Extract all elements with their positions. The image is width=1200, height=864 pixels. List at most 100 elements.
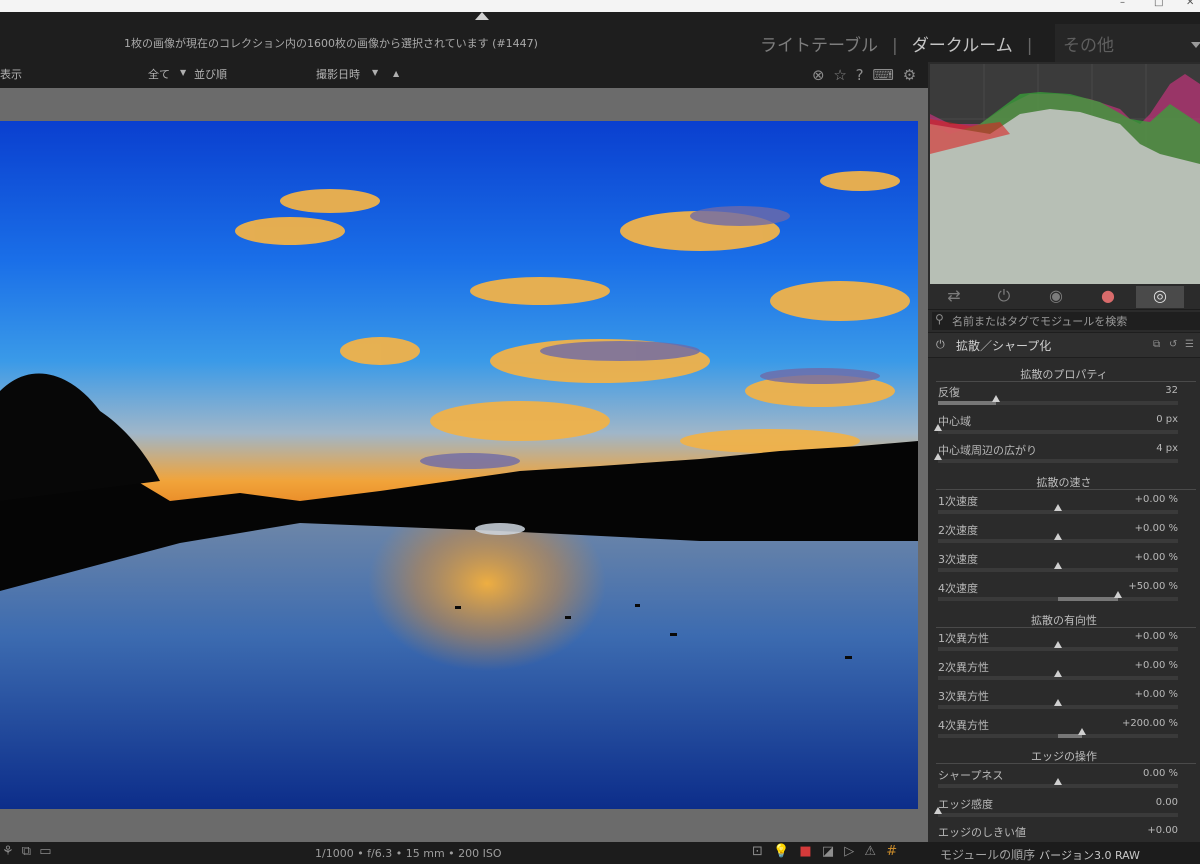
slider-anisotropy-2[interactable]: 2次異方性 +0.00 % bbox=[928, 659, 1200, 688]
slider-track[interactable] bbox=[938, 504, 1178, 514]
center-view bbox=[0, 88, 928, 842]
slider-anisotropy-4[interactable]: 4次異方性 +200.00 % bbox=[928, 717, 1200, 746]
color-assessment-icon[interactable]: ■ bbox=[799, 844, 811, 859]
slider-label: 2次速度 bbox=[938, 524, 978, 537]
slider-label: 1次異方性 bbox=[938, 632, 989, 645]
keyboard-icon[interactable]: ⌨ bbox=[872, 66, 894, 84]
slider-knob[interactable] bbox=[1054, 641, 1062, 648]
tab-color-modules[interactable]: ● bbox=[1084, 286, 1132, 308]
close-button[interactable]: ✕ bbox=[1186, 0, 1194, 8]
tab-base-modules[interactable]: ⏻ bbox=[980, 286, 1028, 308]
slider-sharpness[interactable]: シャープネス 0.00 % bbox=[928, 767, 1200, 796]
collapse-top-panel-icon[interactable] bbox=[475, 12, 489, 20]
slider-track[interactable] bbox=[934, 453, 1178, 463]
slider-central-radius[interactable]: 中心域 0 px bbox=[928, 413, 1200, 442]
slider-track[interactable] bbox=[938, 641, 1178, 651]
slider-fill bbox=[1058, 597, 1118, 601]
slider-anisotropy-1[interactable]: 1次異方性 +0.00 % bbox=[928, 630, 1200, 659]
reset-icon[interactable]: ↺ bbox=[1169, 339, 1177, 350]
module-power-icon[interactable]: ⏻ bbox=[936, 338, 945, 352]
view-other-dropdown[interactable]: その他 bbox=[1055, 24, 1200, 62]
collection-info: 1枚の画像が現在のコレクション内の1600枚の画像から選択されています (#14… bbox=[124, 37, 538, 50]
slider-edge-sensitivity[interactable]: エッジ感度 0.00 bbox=[928, 796, 1200, 825]
lake-sunset-image bbox=[0, 121, 918, 809]
slider-knob[interactable] bbox=[1054, 670, 1062, 677]
slider-value: 0.00 % bbox=[1143, 768, 1178, 779]
slider-track[interactable] bbox=[938, 591, 1178, 601]
slider-knob[interactable] bbox=[1054, 778, 1062, 785]
slider-iterations[interactable]: 反復 32 bbox=[928, 384, 1200, 413]
presets-icon[interactable]: ☰ bbox=[1185, 339, 1194, 350]
slider-knob[interactable] bbox=[1054, 562, 1062, 569]
module-group-tabs: ⇄ ⏻ ◉ ● ◎ bbox=[928, 284, 1200, 310]
module-title: 拡散／シャープ化 bbox=[956, 339, 1052, 353]
slider-track[interactable] bbox=[938, 699, 1178, 709]
view-lighttable[interactable]: ライトテーブル bbox=[760, 31, 878, 56]
warning-icon[interactable]: ⚠ bbox=[864, 844, 876, 859]
slider-value: 0 px bbox=[1156, 414, 1178, 425]
gear-icon[interactable]: ⚙ bbox=[903, 66, 916, 84]
slider-knob[interactable] bbox=[1078, 728, 1086, 735]
guides-icon[interactable]: # bbox=[886, 844, 897, 859]
multi-instance-icon[interactable]: ⧉ bbox=[1153, 339, 1160, 350]
module-search-input[interactable] bbox=[952, 313, 1192, 329]
module-search: ⚲ bbox=[932, 312, 1200, 330]
slider-radius-span[interactable]: 中心域周辺の広がり 4 px bbox=[928, 442, 1200, 471]
right-panel: ⇄ ⏻ ◉ ● ◎ ⚲ ⏻ 拡散／シャープ化 ⧉ ↺ ☰ 拡散のプロパティ 反復… bbox=[928, 62, 1200, 842]
tab-tone-modules[interactable]: ◉ bbox=[1032, 286, 1080, 308]
focus-peaking-icon[interactable]: ⊡ bbox=[752, 844, 763, 859]
star-icon[interactable]: ☆ bbox=[833, 66, 846, 84]
minimize-button[interactable]: – bbox=[1120, 0, 1125, 8]
slider-knob[interactable] bbox=[934, 424, 942, 431]
lightbulb-icon[interactable]: 💡 bbox=[773, 844, 789, 859]
slider-anisotropy-3[interactable]: 3次異方性 +0.00 % bbox=[928, 688, 1200, 717]
slider-knob[interactable] bbox=[1054, 533, 1062, 540]
filter-dropdown-arrow-icon[interactable]: ▼ bbox=[180, 68, 186, 77]
slider-track[interactable] bbox=[934, 807, 1178, 817]
photo-preview[interactable] bbox=[0, 121, 918, 809]
slider-speed-3[interactable]: 3次速度 +0.00 % bbox=[928, 551, 1200, 580]
slider-knob[interactable] bbox=[1054, 699, 1062, 706]
sort-dropdown[interactable]: 撮影日時 bbox=[316, 66, 360, 82]
view-other-label: その他 bbox=[1063, 36, 1114, 56]
softproof-icon[interactable]: ◪ bbox=[822, 844, 834, 859]
histogram[interactable] bbox=[930, 64, 1200, 284]
window-titlebar: – □ ✕ bbox=[0, 0, 1200, 12]
bottom-bar: ⚘ ⧉ ▭ 1/1000 • f/6.3 • 15 mm • 200 ISO ⊡… bbox=[0, 842, 1200, 864]
slider-track[interactable] bbox=[938, 395, 1178, 405]
slider-track[interactable] bbox=[938, 533, 1178, 543]
slider-knob[interactable] bbox=[1054, 504, 1062, 511]
slider-speed-2[interactable]: 2次速度 +0.00 % bbox=[928, 522, 1200, 551]
slider-speed-1[interactable]: 1次速度 +0.00 % bbox=[928, 493, 1200, 522]
histogram-graph bbox=[930, 64, 1200, 284]
sort-dropdown-arrow-icon[interactable]: ▼ bbox=[372, 68, 378, 77]
second-window-icon[interactable]: ▭ bbox=[39, 844, 51, 859]
filter-dropdown[interactable]: 全て bbox=[148, 66, 170, 82]
slider-knob[interactable] bbox=[1114, 591, 1122, 598]
help-icon[interactable]: ? bbox=[856, 66, 864, 84]
gamut-check-icon[interactable]: ▷ bbox=[844, 844, 854, 859]
slider-track[interactable] bbox=[934, 424, 1178, 434]
slider-track[interactable] bbox=[938, 728, 1178, 738]
module-header[interactable]: ⏻ 拡散／シャープ化 ⧉ ↺ ☰ bbox=[928, 332, 1200, 358]
slider-value: +0.00 % bbox=[1134, 660, 1178, 671]
slider-knob[interactable] bbox=[934, 807, 942, 814]
slider-speed-4[interactable]: 4次速度 +50.00 % bbox=[928, 580, 1200, 609]
overlay-icon[interactable]: ⊗ bbox=[812, 66, 825, 84]
quick-access-icon[interactable]: ⚘ bbox=[2, 844, 14, 859]
slider-label: 反復 bbox=[938, 386, 960, 399]
tab-correct-modules[interactable]: ◎ bbox=[1136, 286, 1184, 308]
slider-track[interactable] bbox=[938, 778, 1178, 788]
styles-icon[interactable]: ⧉ bbox=[22, 844, 31, 859]
slider-knob[interactable] bbox=[934, 453, 942, 460]
slider-knob[interactable] bbox=[991, 395, 1000, 402]
slider-track[interactable] bbox=[938, 670, 1178, 680]
sort-order-toggle-icon[interactable]: ▲ bbox=[393, 69, 399, 78]
tab-active-modules[interactable]: ⇄ bbox=[930, 286, 978, 308]
slider-track[interactable] bbox=[938, 562, 1178, 572]
view-darkroom[interactable]: ダークルーム bbox=[912, 31, 1013, 56]
module-order-value: バージョン3.0 RAW bbox=[1039, 849, 1140, 862]
module-order-label: モジュールの順序 bbox=[940, 848, 1036, 862]
slider-value: 32 bbox=[1165, 385, 1178, 396]
maximize-button[interactable]: □ bbox=[1154, 0, 1163, 8]
